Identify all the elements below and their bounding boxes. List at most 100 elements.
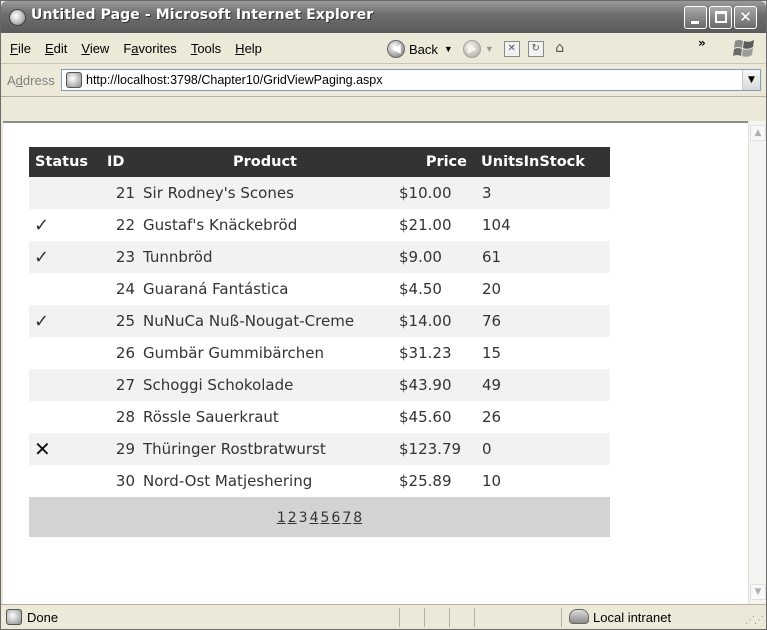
menu-item[interactable]: Edit xyxy=(38,37,74,61)
menu-item[interactable]: View xyxy=(74,37,116,61)
cell-id: 23 xyxy=(115,248,135,266)
pager-current-page: 3 xyxy=(298,510,308,526)
cell-product: Tunnbröd xyxy=(143,248,213,266)
cell-units: 0 xyxy=(482,440,492,458)
pager-page-link[interactable]: 7 xyxy=(342,510,351,526)
close-button[interactable]: ✕ xyxy=(734,6,757,29)
header-units-in-stock: UnitsInStock xyxy=(481,154,585,170)
cell-price: $123.79 xyxy=(399,440,462,458)
back-label: Back xyxy=(409,41,438,57)
menu-item[interactable]: Tools xyxy=(184,37,228,61)
menu-item-accelerator: F xyxy=(10,41,18,56)
scroll-down-icon[interactable]: ▼ xyxy=(750,584,766,600)
status-pane-divider xyxy=(474,608,475,627)
cell-price: $25.89 xyxy=(399,472,452,490)
minimize-button[interactable] xyxy=(684,6,707,29)
toolbar-overflow-chevron[interactable]: » xyxy=(698,36,706,50)
cell-product: Guaraná Fantástica xyxy=(143,280,289,298)
pager-page-link[interactable]: 4 xyxy=(310,510,319,526)
menu-item-accelerator: E xyxy=(44,41,54,56)
cell-units: 10 xyxy=(482,472,502,490)
cell-price: $14.00 xyxy=(399,312,452,330)
table-row: ✓ 23 Tunnbröd $9.00 61 xyxy=(29,241,610,273)
pager-page-link[interactable]: 5 xyxy=(321,510,330,526)
pager-page-link[interactable]: 2 xyxy=(288,510,297,526)
stop-icon[interactable]: ✕ xyxy=(503,41,520,57)
menu-item[interactable]: File xyxy=(3,37,38,61)
cell-product: Schoggi Schokolade xyxy=(143,376,294,394)
cell-price: $9.00 xyxy=(399,248,442,266)
status-pane-divider xyxy=(449,608,450,627)
pager-page-link[interactable]: 8 xyxy=(353,510,362,526)
address-url: http://localhost:3798/Chapter10/GridView… xyxy=(86,73,383,87)
resize-grip-icon[interactable]: ⋰⋰ xyxy=(745,615,764,626)
cell-id: 30 xyxy=(115,472,135,490)
header-id: ID xyxy=(107,154,125,170)
address-dropdown-icon[interactable]: ▼ xyxy=(742,70,760,90)
cell-price: $45.60 xyxy=(399,408,452,426)
cell-id: 24 xyxy=(115,280,135,298)
back-dropdown-icon[interactable]: ▼ xyxy=(444,44,453,54)
table-row: 27 Schoggi Schokolade $43.90 49 xyxy=(29,369,610,401)
cell-id: 21 xyxy=(115,184,135,202)
forward-dropdown-icon[interactable]: ▼ xyxy=(485,44,494,54)
back-arrow-icon: ◀ xyxy=(387,40,405,58)
cell-id: 25 xyxy=(115,312,135,330)
table-row: ✕ 29 Thüringer Rostbratwurst $123.79 0 xyxy=(29,433,610,465)
table-row: ✓ 22 Gustaf's Knäckebröd $21.00 104 xyxy=(29,209,610,241)
cell-status: ✕ xyxy=(34,437,51,461)
cell-price: $21.00 xyxy=(399,216,452,234)
maximize-button[interactable] xyxy=(709,6,732,29)
refresh-icon[interactable]: ↻ xyxy=(527,41,544,57)
vertical-scrollbar[interactable]: ▲ ▼ xyxy=(748,121,766,604)
cell-price: $4.50 xyxy=(399,280,442,298)
menu-item-label: elp xyxy=(244,41,262,56)
cell-status: ✓ xyxy=(34,310,50,332)
status-text: Done xyxy=(27,610,59,625)
cell-id: 28 xyxy=(115,408,135,426)
menu-item-accelerator: H xyxy=(235,41,245,56)
status-pane-divider xyxy=(424,608,425,627)
cell-product: NuNuCa Nuß-Nougat-Creme xyxy=(143,312,355,330)
cell-price: $43.90 xyxy=(399,376,452,394)
address-input[interactable]: http://localhost:3798/Chapter10/GridView… xyxy=(61,69,761,91)
cell-units: 15 xyxy=(482,344,502,362)
menu-item[interactable]: Favorites xyxy=(116,37,183,61)
menu-item[interactable]: Help xyxy=(228,37,269,61)
navigation-toolbar: ◀ Back ▼ ▶ ▼ ✕ ↻ ⌂ xyxy=(387,36,576,62)
cell-units: 20 xyxy=(482,280,502,298)
address-label: Address xyxy=(7,73,55,88)
title-bar[interactable]: Untitled Page - Microsoft Internet Explo… xyxy=(1,1,766,33)
maximize-icon xyxy=(715,11,727,23)
header-status: Status xyxy=(35,154,89,170)
cell-price: $31.23 xyxy=(399,344,452,362)
pager-page-link[interactable]: 1 xyxy=(277,510,286,526)
forward-button[interactable]: ▶ ▼ xyxy=(462,40,494,58)
cell-product: Gustaf's Knäckebröd xyxy=(143,216,298,234)
cell-id: 26 xyxy=(115,344,135,362)
home-icon[interactable]: ⌂ xyxy=(552,41,568,57)
pager-page-link[interactable]: 6 xyxy=(331,510,340,526)
page-icon xyxy=(66,72,82,88)
table-row: ✓ 25 NuNuCa Nuß-Nougat-Creme $14.00 76 xyxy=(29,305,610,337)
table-row: 26 Gumbär Gummibärchen $31.23 15 xyxy=(29,337,610,369)
menu-item-label: vorites xyxy=(138,41,177,56)
cell-units: 3 xyxy=(482,184,492,202)
back-button[interactable]: ◀ Back ▼ xyxy=(387,40,453,58)
cell-units: 49 xyxy=(482,376,502,394)
scroll-up-icon[interactable]: ▲ xyxy=(750,125,766,141)
browser-window: Untitled Page - Microsoft Internet Explo… xyxy=(0,0,767,630)
close-icon: ✕ xyxy=(739,8,752,26)
cell-product: Sir Rodney's Scones xyxy=(143,184,294,202)
cell-product: Rössle Sauerkraut xyxy=(143,408,279,426)
cell-id: 27 xyxy=(115,376,135,394)
cell-product: Nord-Ost Matjeshering xyxy=(143,472,313,490)
ie-logo-icon xyxy=(9,9,26,26)
products-gridview: Status ID Product Price UnitsInStock 21 S… xyxy=(29,147,610,537)
header-product: Product xyxy=(233,154,297,170)
minimize-icon xyxy=(691,21,699,24)
table-row: 21 Sir Rodney's Scones $10.00 3 xyxy=(29,177,610,209)
table-row: 30 Nord-Ost Matjeshering $25.89 10 xyxy=(29,465,610,497)
grid-body: 21 Sir Rodney's Scones $10.00 3 ✓ 22 Gustaf's … xyxy=(29,177,610,497)
cell-units: 76 xyxy=(482,312,502,330)
